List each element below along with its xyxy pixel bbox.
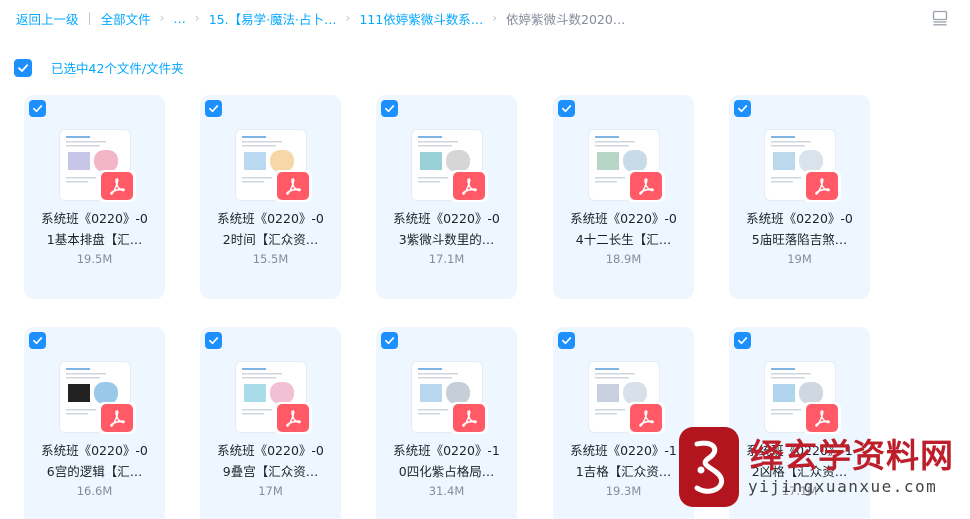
file-card[interactable]: 系统班《0220》-1 0四化紫占格局… 31.4M (376, 327, 517, 519)
pdf-icon (803, 402, 841, 434)
check-icon (738, 105, 748, 113)
file-name-line: 5庙旺落陷吉煞… (751, 232, 848, 247)
file-card[interactable]: 系统班《0220》-0 2时间【汇众资… 15.5M (200, 95, 341, 299)
selection-bar: 已选中42个文件/文件夹 (14, 58, 184, 77)
breadcrumb-folder-2[interactable]: 111依婷紫微斗数系… (359, 9, 483, 28)
breadcrumb-folder-1[interactable]: 15.【易学·魔法·占卜… (209, 9, 337, 28)
breadcrumb-ellipsis[interactable]: … (173, 11, 186, 26)
pdf-icon (274, 402, 312, 434)
file-name[interactable]: 系统班《0220》-0 2时间【汇众资… (204, 208, 337, 250)
breadcrumb-divider: | (87, 11, 92, 25)
file-checkbox[interactable] (205, 332, 222, 349)
check-icon (562, 105, 572, 113)
file-name-line: 2时间【汇众资… (222, 232, 319, 247)
file-card[interactable]: 系统班《0220》-0 4十二长生【汇… 18.9M (553, 95, 694, 299)
check-icon (562, 337, 572, 345)
check-icon (18, 63, 29, 72)
check-icon (209, 105, 219, 113)
file-card[interactable]: 系统班《0220》-0 6宫的逻辑【汇… 16.6M (24, 327, 165, 519)
breadcrumb-separator: › (194, 11, 200, 25)
breadcrumb-separator: › (492, 11, 498, 25)
file-name-line: 4十二长生【汇… (575, 232, 672, 247)
file-name[interactable]: 系统班《0220》-0 5庙旺落陷吉煞… (733, 208, 866, 250)
file-name[interactable]: 系统班《0220》-1 2凶格【汇众资… (733, 440, 866, 482)
list-view-icon[interactable] (932, 10, 948, 26)
selection-count: 已选中42个文件/文件夹 (51, 61, 184, 76)
back-link[interactable]: 返回上一级 (16, 9, 79, 28)
file-checkbox[interactable] (205, 100, 222, 117)
file-name[interactable]: 系统班《0220》-0 1基本排盘【汇… (28, 208, 161, 250)
file-checkbox[interactable] (29, 332, 46, 349)
file-card[interactable]: 系统班《0220》-0 5庙旺落陷吉煞… 19M (729, 95, 870, 299)
check-icon (33, 105, 43, 113)
pdf-icon (450, 170, 488, 202)
file-name-line: 系统班《0220》-1 (393, 443, 500, 458)
file-checkbox[interactable] (381, 100, 398, 117)
file-name-line: 系统班《0220》-0 (217, 211, 324, 226)
file-card[interactable]: 系统班《0220》-0 3紫微斗数里的… 17.1M (376, 95, 517, 299)
file-checkbox[interactable] (558, 332, 575, 349)
breadcrumb-current: 依婷紫微斗数2020… (506, 11, 626, 27)
file-name-line: 系统班《0220》-0 (217, 443, 324, 458)
file-name-line: 0四化紫占格局… (398, 464, 495, 479)
breadcrumb-separator: › (159, 11, 165, 25)
file-size: 19M (787, 252, 812, 266)
breadcrumb: 返回上一级 | 全部文件 › … › 15.【易学·魔法·占卜… › 111依婷… (0, 0, 970, 36)
check-icon (33, 337, 43, 345)
file-name[interactable]: 系统班《0220》-1 1吉格【汇众资… (557, 440, 690, 482)
pdf-icon (627, 402, 665, 434)
file-name-line: 系统班《0220》-0 (570, 211, 677, 226)
file-checkbox[interactable] (734, 100, 751, 117)
file-size: 15.5M (252, 252, 289, 266)
file-name-line: 系统班《0220》-1 (570, 443, 677, 458)
file-size: 17.1M (781, 484, 818, 498)
file-card[interactable]: 系统班《0220》-1 2凶格【汇众资… 17.1M (729, 327, 870, 519)
file-checkbox[interactable] (29, 100, 46, 117)
file-size: 16.6M (76, 484, 113, 498)
pdf-icon (450, 402, 488, 434)
breadcrumb-separator: › (345, 11, 351, 25)
file-size: 19.5M (76, 252, 113, 266)
pdf-icon (98, 170, 136, 202)
file-name-line: 6宫的逻辑【汇… (46, 464, 143, 479)
file-size: 31.4M (428, 484, 465, 498)
file-name-line: 2凶格【汇众资… (751, 464, 848, 479)
file-name-line: 1基本排盘【汇… (46, 232, 143, 247)
file-size: 19.3M (605, 484, 642, 498)
file-size: 17M (258, 484, 283, 498)
check-icon (738, 337, 748, 345)
file-name[interactable]: 系统班《0220》-0 4十二长生【汇… (557, 208, 690, 250)
file-name[interactable]: 系统班《0220》-0 9叠宫【汇众资… (204, 440, 337, 482)
file-checkbox[interactable] (734, 332, 751, 349)
file-name[interactable]: 系统班《0220》-1 0四化紫占格局… (380, 440, 513, 482)
check-icon (385, 105, 395, 113)
file-name-line: 系统班《0220》-0 (41, 443, 148, 458)
file-name-line: 9叠宫【汇众资… (222, 464, 319, 479)
file-name-line: 系统班《0220》-0 (41, 211, 148, 226)
pdf-icon (803, 170, 841, 202)
pdf-icon (98, 402, 136, 434)
file-name[interactable]: 系统班《0220》-0 6宫的逻辑【汇… (28, 440, 161, 482)
file-card[interactable]: 系统班《0220》-0 1基本排盘【汇… 19.5M (24, 95, 165, 299)
file-size: 17.1M (428, 252, 465, 266)
select-all-checkbox[interactable] (14, 58, 32, 77)
file-name-line: 3紫微斗数里的… (398, 232, 495, 247)
file-size: 18.9M (605, 252, 642, 266)
file-name-line: 系统班《0220》-1 (746, 443, 853, 458)
file-name-line: 1吉格【汇众资… (575, 464, 672, 479)
file-name[interactable]: 系统班《0220》-0 3紫微斗数里的… (380, 208, 513, 250)
file-card[interactable]: 系统班《0220》-1 1吉格【汇众资… 19.3M (553, 327, 694, 519)
file-name-line: 系统班《0220》-0 (746, 211, 853, 226)
check-icon (209, 337, 219, 345)
pdf-icon (274, 170, 312, 202)
check-icon (385, 337, 395, 345)
breadcrumb-all-files[interactable]: 全部文件 (101, 9, 151, 28)
file-card[interactable]: 系统班《0220》-0 9叠宫【汇众资… 17M (200, 327, 341, 519)
pdf-icon (627, 170, 665, 202)
file-name-line: 系统班《0220》-0 (393, 211, 500, 226)
file-checkbox[interactable] (381, 332, 398, 349)
file-checkbox[interactable] (558, 100, 575, 117)
